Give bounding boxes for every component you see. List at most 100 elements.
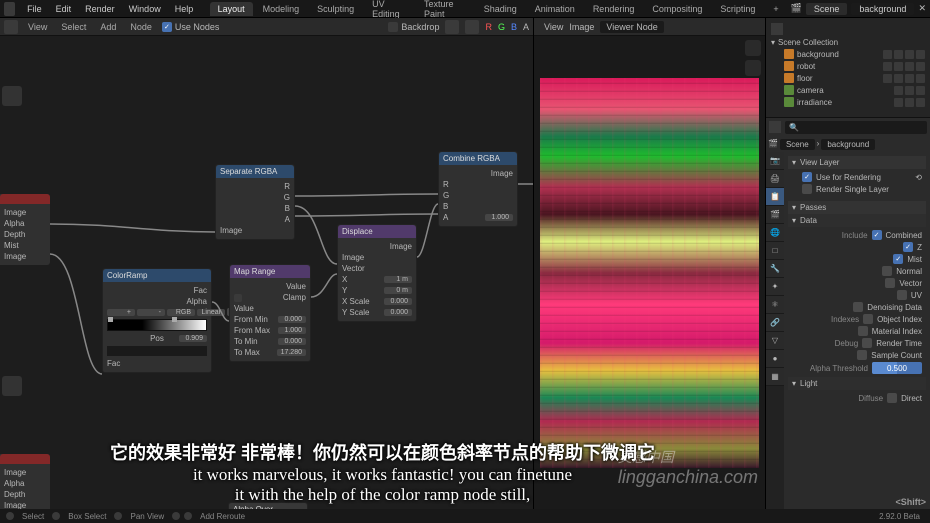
- outliner-collection[interactable]: ▾Scene Collection: [769, 37, 927, 48]
- map-range-node[interactable]: Map Range Value Clamp Value From Min0.00…: [229, 264, 311, 362]
- props-type-icon[interactable]: [769, 121, 781, 133]
- render-layers-node-bottom[interactable]: Image Alpha Depth Image: [0, 454, 50, 509]
- workspace-tab-scripting[interactable]: Scripting: [712, 2, 763, 16]
- workspace-tab-animation[interactable]: Animation: [527, 2, 583, 16]
- workspace-tab-modeling[interactable]: Modeling: [255, 2, 308, 16]
- magnify-icon[interactable]: [745, 40, 761, 56]
- alpha-threshold-slider[interactable]: 0.500: [872, 362, 922, 374]
- pass-normal[interactable]: [882, 266, 892, 276]
- menu-edit[interactable]: Edit: [50, 2, 78, 16]
- view-layer-field[interactable]: background: [851, 3, 914, 15]
- dbg-rendertime[interactable]: [862, 338, 872, 348]
- ptab-constraint[interactable]: 🔗: [766, 314, 784, 332]
- section-data[interactable]: ▾ Data: [788, 214, 926, 227]
- blender-logo-icon[interactable]: [4, 2, 15, 16]
- mouse-icon: [184, 512, 192, 520]
- channel-l[interactable]: [465, 20, 479, 34]
- light-icon: [784, 97, 794, 107]
- menu-file[interactable]: File: [21, 2, 48, 16]
- menu-window[interactable]: Window: [123, 2, 167, 16]
- section-viewlayer[interactable]: ▾ View Layer: [788, 156, 926, 169]
- crumb-layer[interactable]: background: [821, 139, 875, 150]
- node-title: ColorRamp: [103, 269, 211, 282]
- channel-a[interactable]: A: [523, 22, 529, 32]
- pass-mist[interactable]: [893, 254, 903, 264]
- use-nodes-toggle[interactable]: ✓Use Nodes: [162, 22, 220, 32]
- pass-denoising[interactable]: [853, 302, 863, 312]
- use-for-rendering-toggle[interactable]: Use for Rendering⟲: [802, 171, 922, 183]
- workspace-tab-shading[interactable]: Shading: [476, 2, 525, 16]
- section-light[interactable]: ▾ Light: [788, 377, 926, 390]
- workspace-tab-sculpting[interactable]: Sculpting: [309, 2, 362, 16]
- alpha-over-node[interactable]: Alpha Over: [228, 502, 308, 509]
- ptab-material[interactable]: ●: [766, 350, 784, 368]
- section-passes[interactable]: ▾ Passes: [788, 201, 926, 214]
- ptab-object[interactable]: □: [766, 242, 784, 260]
- hdr-select[interactable]: Select: [57, 21, 90, 33]
- channel-b[interactable]: B: [511, 22, 517, 32]
- toolbar-left: [2, 86, 22, 106]
- ptab-particle[interactable]: ✦: [766, 278, 784, 296]
- close-icon[interactable]: ✕: [918, 3, 926, 14]
- ptab-physics[interactable]: ⚛: [766, 296, 784, 314]
- ptab-output[interactable]: 🖨: [766, 170, 784, 188]
- hdr-node[interactable]: Node: [126, 21, 156, 33]
- idx-material[interactable]: [858, 326, 868, 336]
- colorramp-gradient[interactable]: [107, 319, 207, 331]
- displace-node[interactable]: Displace Image Image Vector X1 m Y0 m X …: [337, 224, 417, 322]
- channel-c[interactable]: [445, 20, 459, 34]
- img-view[interactable]: View: [544, 22, 563, 32]
- ptab-render[interactable]: 📷: [766, 152, 784, 170]
- search-input[interactable]: 🔍: [785, 121, 927, 134]
- render-layers-node-top[interactable]: Image Alpha Depth Mist Image: [0, 194, 50, 265]
- idx-object[interactable]: [863, 314, 873, 324]
- hand-icon[interactable]: [745, 60, 761, 76]
- pass-uv[interactable]: [897, 290, 907, 300]
- scene-field[interactable]: Scene: [806, 3, 848, 15]
- channel-r[interactable]: R: [485, 22, 492, 32]
- pass-z[interactable]: [903, 242, 913, 252]
- separate-rgba-node[interactable]: Separate RGBA R G B A Image: [215, 164, 295, 240]
- ptab-world[interactable]: 🌐: [766, 224, 784, 242]
- outliner-item[interactable]: camera: [769, 84, 927, 96]
- rendered-image: [540, 78, 759, 468]
- editor-type-icon[interactable]: [4, 20, 18, 34]
- outliner-item[interactable]: floor: [769, 72, 927, 84]
- crumb-scene[interactable]: Scene: [780, 139, 815, 150]
- ptab-viewlayer[interactable]: 📋: [766, 188, 784, 206]
- workspace-tab-rendering[interactable]: Rendering: [585, 2, 643, 16]
- tool-select-icon[interactable]: [2, 86, 22, 106]
- ptab-texture[interactable]: ▦: [766, 368, 784, 386]
- colorramp-node[interactable]: ColorRamp Fac Alpha + - RGB Linear ▾ Pos…: [102, 268, 212, 373]
- dbg-samplecount[interactable]: [857, 350, 867, 360]
- combine-rgba-node[interactable]: Combine RGBA Image R G B A1.000: [438, 151, 518, 227]
- menu-render[interactable]: Render: [79, 2, 121, 16]
- outliner[interactable]: ▾Scene Collection background robot floor…: [766, 18, 930, 118]
- workspace-tab-compositing[interactable]: Compositing: [644, 2, 710, 16]
- image-dropdown[interactable]: Viewer Node: [600, 21, 663, 33]
- hdr-view[interactable]: View: [24, 21, 51, 33]
- ptab-scene[interactable]: 🎬: [766, 206, 784, 224]
- backdrop-toggle[interactable]: Backdrop: [388, 22, 439, 32]
- outliner-type-icon[interactable]: [771, 23, 783, 35]
- ptab-data[interactable]: ▽: [766, 332, 784, 350]
- hdr-add[interactable]: Add: [96, 21, 120, 33]
- outliner-item[interactable]: irradiance: [769, 96, 927, 108]
- status-bar: Select Box Select Pan View Add Reroute 2…: [0, 509, 930, 523]
- outliner-item[interactable]: robot: [769, 60, 927, 72]
- menu-help[interactable]: Help: [169, 2, 200, 16]
- render-single-layer-toggle[interactable]: Render Single Layer: [802, 183, 922, 195]
- pass-vector[interactable]: [885, 278, 895, 288]
- properties-tabs: 📷 🖨 📋 🎬 🌐 □ 🔧 ✦ ⚛ 🔗 ▽ ● ▦: [766, 152, 784, 509]
- outliner-item[interactable]: background: [769, 48, 927, 60]
- pass-combined[interactable]: [872, 230, 882, 240]
- img-image[interactable]: Image: [569, 22, 594, 32]
- image-viewport[interactable]: [534, 36, 765, 509]
- ptab-modifier[interactable]: 🔧: [766, 260, 784, 278]
- diffuse-direct[interactable]: [887, 393, 897, 403]
- compositor-editor[interactable]: View Select Add Node ✓Use Nodes Backdrop…: [0, 18, 533, 509]
- channel-g[interactable]: G: [498, 22, 505, 32]
- workspace-tab-add[interactable]: +: [765, 2, 786, 16]
- tool-icon[interactable]: [2, 376, 22, 396]
- workspace-tab-layout[interactable]: Layout: [210, 2, 253, 16]
